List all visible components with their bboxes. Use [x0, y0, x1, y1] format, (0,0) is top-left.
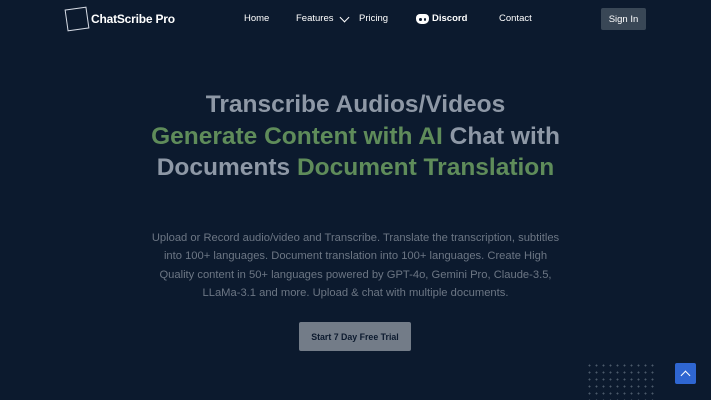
nav-discord-label: Discord	[432, 13, 468, 24]
hero-highlight-translation: Document Translation	[296, 154, 555, 181]
hero-subtitle: Upload or Record audio/video and Transcr…	[151, 232, 560, 299]
scroll-to-top-button[interactable]	[675, 363, 696, 384]
nav-home-link[interactable]: Home	[244, 13, 269, 25]
start-free-trial-button[interactable]: Start 7 Day Free Trial	[299, 322, 411, 351]
nav-pricing-link[interactable]: Pricing	[359, 13, 388, 25]
brand-logo[interactable]: ChatScribe Pro	[64, 6, 175, 32]
logo-icon	[64, 6, 90, 32]
top-navigation: ChatScribe Pro Home Features Pricing Dis…	[0, 0, 711, 40]
nav-features-label: Features	[296, 13, 334, 24]
sign-in-button[interactable]: Sign In	[601, 8, 646, 30]
decorative-dot-grid	[586, 362, 658, 400]
hero-headline: Transcribe Audios/Videos Generate Conten…	[130, 89, 581, 184]
nav-features-dropdown[interactable]: Features	[296, 12, 349, 25]
nav-discord-link[interactable]: Discord	[416, 13, 467, 25]
discord-icon	[416, 14, 429, 24]
hero-highlight-generate: Generate Content with AI	[151, 122, 443, 150]
chevron-up-icon	[680, 370, 691, 380]
brand-name: ChatScribe Pro	[91, 12, 175, 26]
nav-contact-link[interactable]: Contact	[499, 13, 532, 25]
hero-line-transcribe: Transcribe Audios/Videos	[205, 91, 506, 118]
chevron-down-icon	[339, 12, 349, 23]
